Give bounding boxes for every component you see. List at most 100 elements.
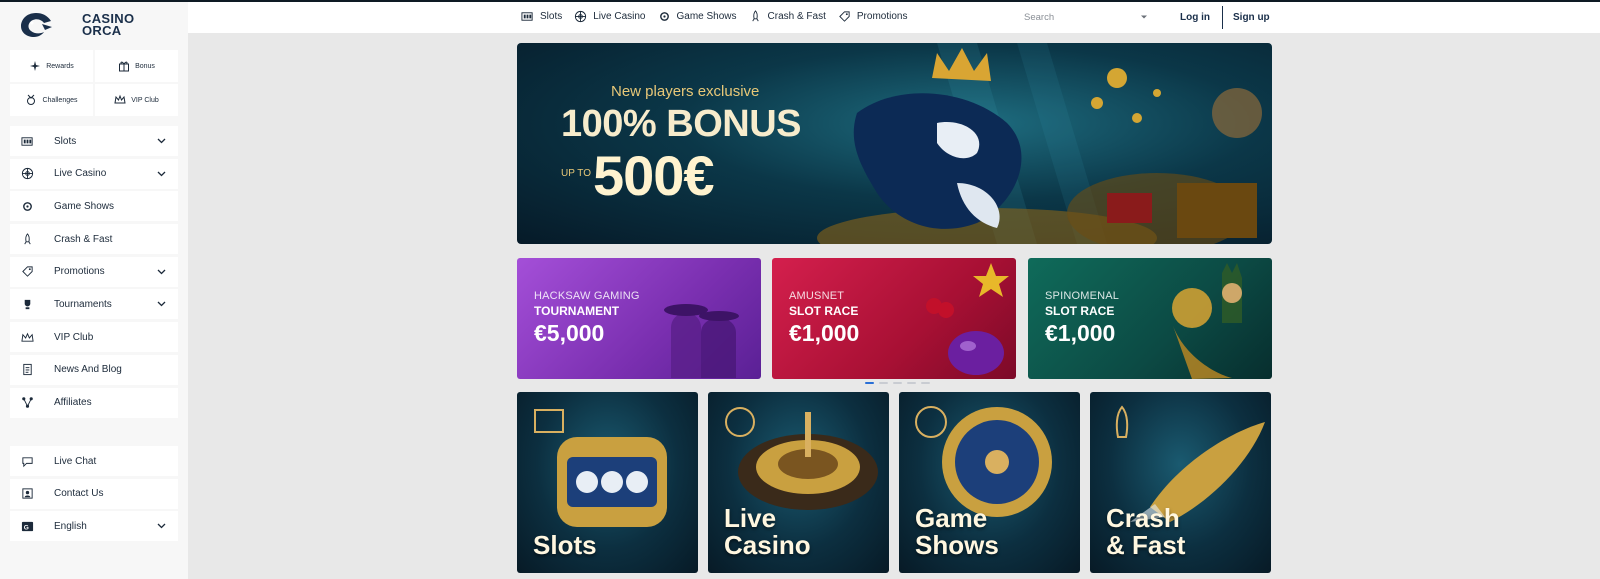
sidebar-item-promotions[interactable]: Promotions: [10, 256, 178, 287]
topnav-promotions[interactable]: Promotions: [838, 10, 908, 23]
chat-icon: [21, 456, 33, 467]
sidebar-secondary-nav: Live Chat Contact Us G English: [10, 446, 178, 544]
carousel-dot[interactable]: [907, 382, 916, 384]
login-button[interactable]: Log in: [1168, 12, 1222, 23]
sidebar-item-language[interactable]: G English: [10, 511, 178, 542]
topnav-label: Game Shows: [676, 11, 737, 22]
trophy-icon: [24, 299, 30, 310]
sidebar-item-game-shows[interactable]: Game Shows: [10, 191, 178, 222]
orca-logo-icon: [21, 13, 52, 37]
sidebar-item-vip-club[interactable]: VIP Club: [10, 322, 178, 353]
hero-upto: UP TO: [561, 168, 592, 179]
chevron-down-icon[interactable]: [157, 299, 166, 308]
chevron-down-icon[interactable]: [157, 136, 166, 145]
top-nav: Slots Live Casino Game Shows Crash & Fas…: [521, 10, 907, 23]
sidebar: CASINO ORCA Rewards Bonus Challenges VIP…: [0, 2, 188, 579]
hero-banner[interactable]: New players exclusive 100% BONUS UP TO 5…: [517, 43, 1272, 244]
medal-icon: [27, 94, 36, 105]
sidebar-item-label: Game Shows: [54, 200, 115, 212]
chevron-down-icon[interactable]: [157, 169, 166, 178]
carousel-dot[interactable]: [921, 382, 930, 384]
sidebar-item-label: Live Casino: [54, 168, 107, 180]
carousel-dot[interactable]: [865, 382, 874, 384]
sidebar-item-live-casino[interactable]: Live Casino: [10, 158, 178, 189]
chevron-down-icon[interactable]: [1140, 13, 1148, 21]
network-icon: [21, 397, 33, 408]
category-tile-slots[interactable]: Slots: [517, 392, 698, 573]
rocket-icon: [751, 10, 759, 22]
slot-machine-icon: [521, 12, 533, 21]
quick-link-label: Rewards: [46, 62, 74, 70]
brand-logo[interactable]: CASINO ORCA: [18, 10, 134, 40]
carousel-dot[interactable]: [893, 382, 902, 384]
sidebar-item-label: Promotions: [54, 266, 105, 278]
svg-text:G: G: [23, 524, 28, 531]
quick-link-challenges[interactable]: Challenges: [10, 84, 93, 116]
quick-link-label: Bonus: [135, 62, 155, 70]
sidebar-item-live-chat[interactable]: Live Chat: [10, 446, 178, 476]
hero-tagline: New players exclusive: [611, 83, 760, 100]
promo-amount: €1,000: [1045, 320, 1116, 346]
top-header: Slots Live Casino Game Shows Crash & Fas…: [188, 2, 1600, 33]
signup-button[interactable]: Sign up: [1223, 12, 1280, 23]
crown-icon: [20, 332, 34, 342]
sidebar-item-slots[interactable]: Slots: [10, 126, 178, 156]
sidebar-nav: Slots Live Casino Game Shows Crash & Fas…: [10, 126, 178, 420]
hero-headline: 100% BONUS: [561, 103, 801, 145]
sidebar-item-tournaments[interactable]: Tournaments: [10, 289, 178, 320]
sidebar-item-crash-fast[interactable]: Crash & Fast: [10, 224, 178, 255]
sidebar-item-label: News And Blog: [54, 364, 122, 376]
roulette-icon: [21, 168, 33, 180]
quick-link-bonus[interactable]: Bonus: [95, 50, 178, 82]
sidebar-item-contact-us[interactable]: Contact Us: [10, 478, 178, 509]
category-label: Crash & Fast: [1106, 503, 1186, 560]
auth-buttons: Log in Sign up: [1168, 2, 1280, 33]
promo-card-amusnet[interactable]: AMUSNET SLOT RACE €1,000: [772, 258, 1016, 379]
promo-type: SLOT RACE: [1045, 304, 1115, 318]
quick-link-rewards[interactable]: Rewards: [10, 50, 93, 82]
sidebar-item-label: Contact Us: [54, 488, 104, 500]
sidebar-item-label: English: [54, 520, 87, 532]
cowboys-artwork: [664, 304, 739, 378]
promo-amount: €5,000: [534, 320, 605, 346]
sidebar-item-news-blog[interactable]: News And Blog: [10, 354, 178, 385]
search-input[interactable]: Search: [1024, 8, 1148, 26]
quick-links: Rewards Bonus Challenges VIP Club: [10, 50, 178, 116]
category-tile-crash-fast[interactable]: Crash & Fast: [1090, 392, 1271, 573]
promo-card-hacksaw[interactable]: HACKSAW GAMING TOURNAMENT €5,000: [517, 258, 761, 379]
quick-link-label: VIP Club: [131, 96, 159, 104]
promo-amount: €1,000: [789, 320, 860, 346]
category-tile-live-casino[interactable]: Live Casino: [708, 392, 889, 573]
sidebar-item-label: Slots: [54, 135, 77, 147]
search-placeholder: Search: [1024, 11, 1055, 23]
chevron-down-icon[interactable]: [157, 267, 166, 276]
contact-icon: [21, 488, 33, 499]
document-icon: [22, 364, 32, 376]
sparkle-icon: [30, 61, 41, 71]
promo-provider: SPINOMENAL: [1045, 290, 1120, 302]
topnav-game-shows[interactable]: Game Shows: [658, 10, 737, 23]
topnav-crash-fast[interactable]: Crash & Fast: [749, 10, 826, 23]
brand-name-line2: ORCA: [82, 23, 122, 38]
topnav-label: Live Casino: [593, 11, 646, 22]
sidebar-item-label: Crash & Fast: [54, 233, 113, 245]
topnav-label: Promotions: [856, 11, 908, 22]
sidebar-item-label: Tournaments: [54, 298, 112, 310]
quick-link-vip-club[interactable]: VIP Club: [95, 84, 178, 116]
topnav-label: Slots: [540, 11, 563, 22]
promo-provider: HACKSAW GAMING: [534, 290, 640, 302]
rocket-icon: [23, 232, 31, 244]
promo-card-spinomenal[interactable]: SPINOMENAL SLOT RACE €1,000: [1028, 258, 1272, 379]
carousel-dot[interactable]: [879, 382, 888, 384]
chevron-down-icon[interactable]: [157, 521, 166, 530]
category-tile-game-shows[interactable]: Game Shows: [899, 392, 1080, 573]
mermaid-artwork: [1172, 263, 1242, 379]
promo-type: TOURNAMENT: [534, 304, 620, 318]
sidebar-item-affiliates[interactable]: Affiliates: [10, 387, 178, 418]
brand-name: CASINO ORCA: [82, 12, 134, 38]
tag-icon: [21, 266, 33, 278]
sidebar-item-label: VIP Club: [54, 331, 94, 343]
topnav-live-casino[interactable]: Live Casino: [574, 10, 646, 23]
topnav-slots[interactable]: Slots: [521, 10, 562, 23]
promo-provider: AMUSNET: [789, 290, 845, 302]
